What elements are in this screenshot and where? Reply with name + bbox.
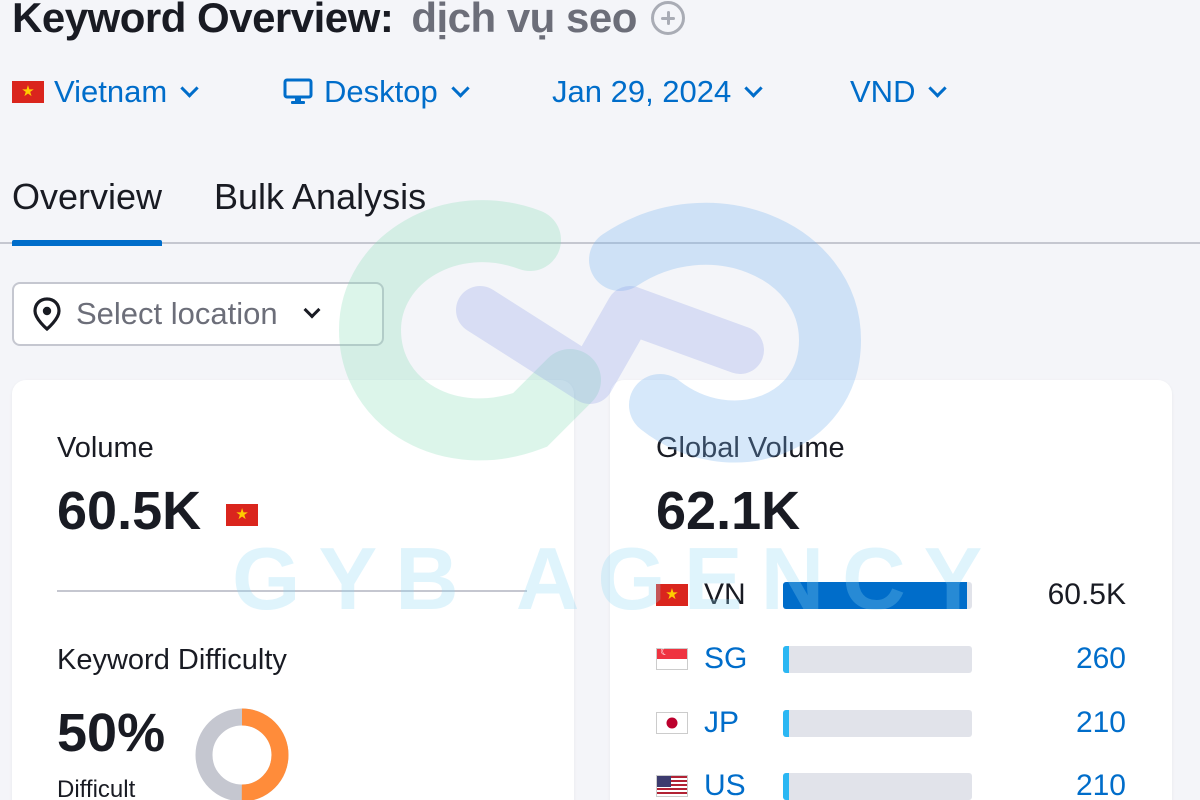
global-volume-value: 62.1K xyxy=(656,481,801,541)
kd-donut-chart xyxy=(195,708,289,800)
country-row-vn[interactable]: VN 60.5K xyxy=(656,577,1126,613)
divider xyxy=(57,590,527,592)
currency-label: VND xyxy=(850,74,916,109)
country-code[interactable]: JP xyxy=(704,706,739,740)
country-volume[interactable]: 210 xyxy=(1076,769,1126,800)
vietnam-flag-icon xyxy=(226,503,259,526)
page-title-text: Keyword Overview: xyxy=(12,0,394,41)
location-select[interactable]: Select location xyxy=(12,282,384,346)
country-volume[interactable]: 260 xyxy=(1076,642,1126,676)
volume-bar-track xyxy=(783,709,972,737)
country-row-jp[interactable]: JP 210 xyxy=(656,705,1126,741)
add-keyword-icon[interactable] xyxy=(650,1,685,35)
country-volume[interactable]: 210 xyxy=(1076,706,1126,740)
desktop-icon xyxy=(283,78,313,104)
page-title: Keyword Overview: dịch vụ seo xyxy=(12,0,685,42)
country-code[interactable]: SG xyxy=(704,642,747,676)
volume-bar-track xyxy=(783,645,972,673)
device-dropdown[interactable]: Desktop xyxy=(282,72,470,112)
currency-dropdown[interactable]: VND xyxy=(850,72,948,112)
country-code: VN xyxy=(704,578,746,611)
kd-value: 50% xyxy=(57,703,166,763)
country-row-sg[interactable]: SG 260 xyxy=(656,641,1126,677)
location-pin-icon xyxy=(33,297,61,331)
kd-label: Keyword Difficulty xyxy=(57,644,287,676)
tab-bar: Overview Bulk Analysis xyxy=(0,172,1200,246)
country-code[interactable]: US xyxy=(704,769,746,800)
volume-bar-fill xyxy=(783,772,789,800)
chevron-down-icon xyxy=(451,78,470,98)
country-dropdown[interactable]: Vietnam xyxy=(12,72,199,112)
global-volume-label: Global Volume xyxy=(656,432,845,464)
volume-bar-fill xyxy=(783,581,968,609)
global-volume-card: Global Volume 62.1K VN 60.5K SG 260 JP 2… xyxy=(610,380,1172,800)
location-select-placeholder: Select location xyxy=(76,296,278,331)
japan-flag-icon xyxy=(656,712,688,734)
volume-card: Volume 60.5K Keyword Difficulty 50% Diff… xyxy=(12,380,574,800)
tab-bulk-analysis[interactable]: Bulk Analysis xyxy=(214,172,426,244)
chevron-down-icon xyxy=(303,301,321,319)
usa-flag-icon xyxy=(656,775,688,797)
vietnam-flag-icon xyxy=(12,81,44,103)
vietnam-flag-icon xyxy=(656,584,688,606)
date-label: Jan 29, 2024 xyxy=(552,74,732,109)
volume-bar-fill xyxy=(783,645,789,673)
volume-bar-track xyxy=(783,772,972,800)
chevron-down-icon xyxy=(928,78,948,98)
singapore-flag-icon xyxy=(656,647,688,670)
device-label: Desktop xyxy=(324,74,438,109)
country-label: Vietnam xyxy=(54,74,168,109)
keyword-text: dịch vụ seo xyxy=(411,0,637,41)
chevron-down-icon xyxy=(180,78,199,98)
volume-bar-fill xyxy=(783,709,789,737)
chevron-down-icon xyxy=(744,78,763,98)
kd-level: Difficult xyxy=(57,776,136,800)
date-dropdown[interactable]: Jan 29, 2024 xyxy=(552,72,763,112)
country-row-us[interactable]: US 210 xyxy=(656,768,1126,800)
volume-value: 60.5K xyxy=(57,480,259,542)
tab-overview[interactable]: Overview xyxy=(12,172,163,246)
country-volume: 60.5K xyxy=(1047,578,1126,611)
filter-bar: Vietnam Desktop Jan 29, 2024 VND xyxy=(12,72,1012,112)
volume-label: Volume xyxy=(57,432,154,464)
volume-bar-track xyxy=(783,581,972,609)
volume-number: 60.5K xyxy=(57,481,202,541)
